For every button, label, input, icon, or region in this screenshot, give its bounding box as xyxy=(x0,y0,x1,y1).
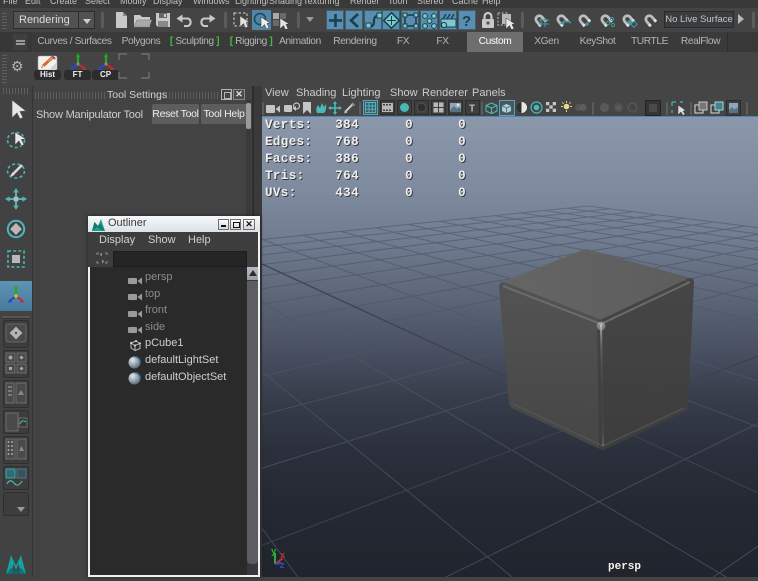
svg-text:?: ? xyxy=(462,13,471,30)
svg-text:T: T xyxy=(469,104,475,115)
svg-text:x: x xyxy=(280,551,286,561)
svg-text:z: z xyxy=(280,561,285,571)
svg-text:y: y xyxy=(271,547,277,557)
